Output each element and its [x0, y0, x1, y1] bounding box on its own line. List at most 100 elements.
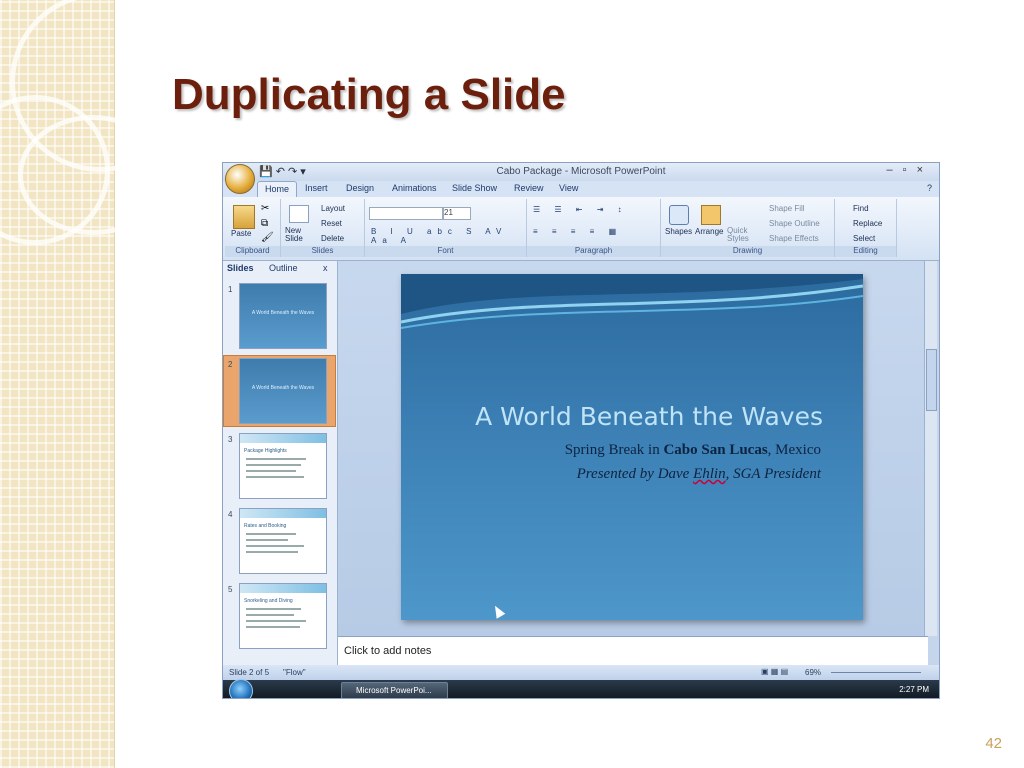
subtitle-location: Cabo San Lucas: [663, 442, 768, 458]
find-button[interactable]: Find: [853, 204, 869, 213]
zoom-slider[interactable]: [831, 672, 921, 673]
clock: 2:27 PM: [899, 685, 929, 694]
tab-slides[interactable]: Slides: [227, 263, 254, 273]
window-title: Cabo Package - Microsoft PowerPoint: [496, 166, 666, 177]
font-format-buttons[interactable]: B I U abc S AV Aa A: [371, 227, 526, 245]
clipboard-label: Clipboard: [225, 246, 280, 257]
thumbnail-line: [246, 614, 294, 616]
taskbar: Microsoft PowerPoi... 2:27 PM: [223, 679, 939, 698]
tab-slide-show[interactable]: Slide Show: [452, 183, 497, 193]
decorative-strip: [0, 0, 190, 768]
slide-main-title: A World Beneath the Waves: [475, 402, 823, 431]
thumbnail-title: A World Beneath the Waves: [251, 310, 315, 316]
slide-thumbnail[interactable]: Snorkeling and Diving: [239, 583, 327, 649]
page-number: 42: [985, 735, 1002, 752]
thumbnail-line: [246, 476, 304, 478]
select-button[interactable]: Select: [853, 234, 875, 243]
tab-insert[interactable]: Insert: [305, 183, 328, 193]
presenter-suffix: , SGA President: [725, 466, 821, 482]
thumbnail-line: [246, 464, 301, 466]
theme-name: "Flow": [283, 668, 306, 677]
shapes-button[interactable]: Shapes: [665, 227, 692, 236]
thumbnail-line: [246, 626, 300, 628]
vertical-scrollbar[interactable]: [924, 261, 937, 636]
slide-subtitle: Spring Break in Cabo San Lucas, Mexico: [565, 442, 821, 459]
replace-button[interactable]: Replace: [853, 219, 882, 228]
thumbnail-line: [246, 545, 304, 547]
quick-styles-button[interactable]: Quick Styles: [727, 227, 749, 243]
window-controls[interactable]: –▫×: [887, 164, 933, 176]
thumbnail-title: A World Beneath the Waves: [251, 385, 315, 391]
title-bar: 💾 ↶ ↷ ▾ Cabo Package - Microsoft PowerPo…: [223, 163, 939, 181]
thumbnail-title: Package Highlights: [244, 448, 287, 454]
list-buttons[interactable]: ☰ ☰ ⇤ ⇥ ↕: [533, 205, 628, 214]
thumbnail-line: [246, 551, 298, 553]
font-name-input[interactable]: [369, 207, 443, 220]
layout-button[interactable]: Layout: [321, 204, 345, 213]
presenter-prefix: Presented by Dave: [576, 466, 694, 482]
scrollbar-thumb[interactable]: [926, 349, 937, 411]
thumbnail-title: Rates and Booking: [244, 523, 287, 529]
taskbar-button-label: Microsoft PowerPoi...: [356, 686, 432, 695]
slides-group: New Slide Layout Reset Delete Slides: [281, 199, 365, 257]
subtitle-suffix: , Mexico: [767, 442, 821, 458]
new-slide-icon[interactable]: [289, 205, 309, 223]
shape-effects-button[interactable]: Shape Effects: [769, 234, 819, 243]
slide-wave-decoration: [401, 274, 863, 329]
thumbnail-title: Snorkeling and Diving: [244, 598, 293, 604]
slide-thumbnail-selected[interactable]: A World Beneath the Waves: [239, 358, 327, 424]
reset-button[interactable]: Reset: [321, 219, 342, 228]
thumbnail-wave: [240, 584, 326, 593]
thumbnail-wave: [240, 509, 326, 518]
paste-button[interactable]: Paste: [231, 229, 251, 238]
thumbnail-line: [246, 539, 288, 541]
new-slide-button[interactable]: New Slide: [285, 227, 309, 243]
thumbnail-number: 4: [228, 510, 233, 519]
thumbnail-number: 2: [228, 360, 233, 369]
subtitle-prefix: Spring Break in: [564, 442, 664, 458]
arrange-button[interactable]: Arrange: [695, 227, 723, 236]
cut-icon[interactable]: ✂: [261, 203, 277, 219]
thumbnail-number: 3: [228, 435, 233, 444]
tab-outline[interactable]: Outline: [269, 263, 298, 273]
tab-animations[interactable]: Animations: [392, 183, 437, 193]
shapes-icon[interactable]: [669, 205, 689, 225]
align-buttons[interactable]: ≡ ≡ ≡ ≡ ▦: [533, 227, 622, 236]
thumbnail-line: [246, 533, 296, 535]
drawing-group: Shapes Arrange Quick Styles Shape Fill S…: [661, 199, 835, 257]
slide-canvas[interactable]: A World Beneath the Waves Spring Break i…: [401, 274, 863, 620]
close-pane-icon[interactable]: x: [323, 263, 328, 273]
slide-thumbnail[interactable]: A World Beneath the Waves: [239, 283, 327, 349]
office-button[interactable]: [225, 164, 255, 194]
slides-pane: Slides Outline x 1 A World Beneath the W…: [223, 261, 338, 666]
thumbnail-line: [246, 458, 306, 460]
thumbnail-number: 1: [228, 285, 233, 294]
status-bar: Slide 2 of 5 "Flow" ▣ ▦ ▤ 69%: [223, 665, 939, 680]
font-label: Font: [365, 246, 526, 257]
taskbar-powerpoint-button[interactable]: Microsoft PowerPoi...: [341, 682, 448, 698]
view-buttons[interactable]: ▣ ▦ ▤: [761, 667, 788, 676]
slide-thumbnail[interactable]: Package Highlights: [239, 433, 327, 499]
tab-design[interactable]: Design: [346, 183, 374, 193]
delete-button[interactable]: Delete: [321, 234, 344, 243]
drawing-label: Drawing: [661, 246, 834, 257]
shape-fill-button[interactable]: Shape Fill: [769, 204, 805, 213]
slide-thumbnail[interactable]: Rates and Booking: [239, 508, 327, 574]
arrange-icon[interactable]: [701, 205, 721, 225]
paragraph-label: Paragraph: [527, 246, 660, 257]
notes-pane[interactable]: Click to add notes: [338, 636, 928, 666]
tab-review[interactable]: Review: [514, 183, 544, 193]
font-size-input[interactable]: 21: [443, 207, 471, 220]
clipboard-group: Paste ✂ ⧉ 🖌 Clipboard: [225, 199, 281, 257]
tab-home[interactable]: Home: [257, 181, 298, 197]
slides-label: Slides: [281, 246, 364, 257]
start-button[interactable]: [229, 679, 253, 698]
shape-outline-button[interactable]: Shape Outline: [769, 219, 820, 228]
font-group: 21 B I U abc S AV Aa A Font: [365, 199, 527, 257]
thumbnail-wave: [240, 434, 326, 443]
slide-presenter: Presented by Dave Ehlin, SGA President: [577, 466, 821, 483]
paste-icon[interactable]: [233, 205, 255, 229]
tab-view[interactable]: View: [559, 183, 578, 193]
slide-count: Slide 2 of 5: [229, 668, 270, 677]
help-icon[interactable]: ?: [927, 183, 932, 193]
